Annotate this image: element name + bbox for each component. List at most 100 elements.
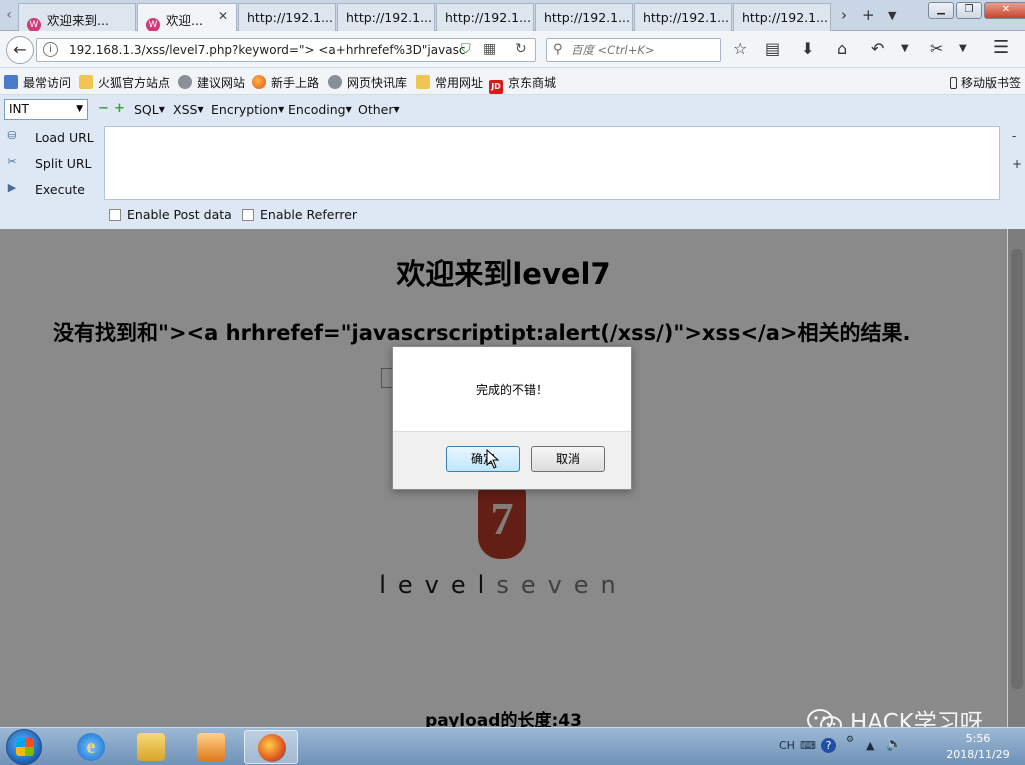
load-url-icon: ⛁ (7, 129, 17, 142)
bookmark-star-icon[interactable]: ☆ (733, 39, 747, 58)
tab-2-active[interactable]: W 欢迎... ✕ (137, 3, 237, 32)
menu-encoding[interactable]: Encoding▼ (288, 102, 352, 117)
close-window-button[interactable]: ✕ (984, 2, 1025, 19)
tab-label: http://192.1... (247, 10, 333, 25)
minimize-window-button[interactable]: ▁ (928, 2, 954, 19)
tab-3[interactable]: http://192.1... (238, 3, 336, 31)
menu-encryption[interactable]: Encryption▼ (211, 102, 284, 117)
tab-list-chevron-down-icon[interactable]: ▼ (888, 9, 896, 22)
tab-scroll-left-icon[interactable]: ‹ (2, 6, 16, 26)
extension-icon[interactable]: ✂ (930, 39, 943, 58)
media-player-icon (197, 733, 225, 761)
undo-arrow-icon[interactable]: ↶ (871, 39, 884, 58)
ok-button[interactable]: 确定 (446, 446, 520, 472)
enable-referrer-checkbox[interactable]: Enable Referrer (242, 207, 357, 222)
load-url-button[interactable]: ⛁ Load URL (2, 127, 97, 149)
checkbox-box[interactable] (109, 209, 121, 221)
bookmark-suggested-sites[interactable]: 建议网站 (178, 74, 245, 91)
language-indicator[interactable]: CH (779, 739, 795, 752)
mouse-cursor-icon (486, 449, 500, 469)
tab-4[interactable]: http://192.1... (337, 3, 435, 31)
search-box[interactable]: ⚲ (546, 38, 721, 62)
reload-icon[interactable]: ↻ (515, 41, 527, 57)
firefox-icon (252, 75, 266, 89)
bookmark-firefox-official[interactable]: 火狐官方站点 (79, 74, 170, 91)
mobile-phone-icon (949, 77, 957, 89)
chevron-down-icon: ▼ (76, 104, 83, 114)
decrease-minus-icon[interactable]: − (98, 101, 109, 116)
search-input[interactable] (571, 42, 716, 58)
execute-button[interactable]: ▶ Execute (2, 179, 97, 201)
taskbar-file-explorer[interactable] (124, 730, 178, 764)
textarea-plus-icon[interactable]: + (1012, 157, 1022, 171)
menu-hamburger-icon[interactable]: ☰ (993, 37, 1009, 58)
tab-6[interactable]: http://192.1... (535, 3, 633, 31)
address-bar[interactable]: i 192.168.1.3/xss/level7.php?keyword="> … (36, 38, 536, 62)
windows-logo-icon (16, 738, 34, 756)
tab-label: http://192.1... (643, 10, 729, 25)
scrollbar-backdrop (1008, 229, 1025, 727)
maximize-window-button[interactable]: ❐ (956, 2, 982, 19)
url-text[interactable]: 192.168.1.3/xss/level7.php?keyword="> <a… (69, 43, 465, 57)
bookmark-most-visited[interactable]: 最常访问 (4, 74, 71, 91)
bookmark-getting-started[interactable]: 新手上路 (252, 74, 319, 91)
home-icon[interactable]: ⌂ (837, 39, 847, 58)
taskbar-firefox[interactable] (244, 730, 298, 764)
hackbar-type-select[interactable]: INT ▼ (4, 99, 88, 120)
file-explorer-icon (137, 733, 165, 761)
menu-xss[interactable]: XSS▼ (173, 102, 204, 117)
new-tab-plus-icon[interactable]: + (862, 6, 875, 24)
textarea-minus-icon[interactable]: - (1012, 129, 1016, 143)
extension-dropdown-chevron-icon[interactable]: ▼ (959, 43, 967, 54)
tab-label: http://192.1... (346, 10, 432, 25)
tab-label: 欢迎来到... (47, 13, 109, 28)
firefox-icon (258, 734, 286, 762)
globe-icon (178, 75, 192, 89)
bookmark-jd-mall[interactable]: JD 京东商城 (489, 74, 556, 94)
alert-button-row: 确定 取消 (393, 431, 631, 489)
enable-post-data-checkbox[interactable]: Enable Post data (109, 207, 232, 222)
taskbar-internet-explorer[interactable]: e (64, 730, 118, 764)
bookmark-web-slice-gallery[interactable]: 网页快讯库 (328, 74, 407, 91)
cancel-button[interactable]: 取消 (531, 446, 605, 472)
downloads-arrow-icon[interactable]: ⬇ (801, 39, 814, 58)
tab-strip: ‹ W 欢迎来到... W 欢迎... ✕ http://192.1... http… (0, 0, 1025, 32)
ime-settings-icon[interactable]: ⚙ (846, 735, 854, 745)
keyboard-icon[interactable]: ⌨ (800, 739, 816, 752)
site-info-icon[interactable]: i (43, 42, 58, 57)
tab-favicon-icon: W (27, 18, 41, 31)
tab-1[interactable]: W 欢迎来到... (18, 3, 136, 31)
tab-7[interactable]: http://192.1... (634, 3, 732, 31)
checkbox-box[interactable] (242, 209, 254, 221)
volume-muted-icon[interactable]: 🔈 (886, 737, 902, 752)
split-url-button[interactable]: ✂ Split URL (2, 153, 97, 175)
mobile-bookmarks[interactable]: 移动版书签 (949, 74, 1021, 91)
reading-list-icon[interactable]: ▤ (765, 39, 780, 58)
tab-5[interactable]: http://192.1... (436, 3, 534, 31)
search-icon: ⚲ (553, 42, 563, 57)
system-clock[interactable]: 5:56 2018/11/29 (936, 731, 1020, 763)
security-shield-icon[interactable]: ⛉ (461, 42, 471, 57)
bookmarks-toolbar: 最常访问 火狐官方站点 建议网站 新手上路 网页快讯库 常用网址 JD 京东商城 … (0, 68, 1025, 95)
execute-play-icon: ▶ (7, 181, 17, 194)
qr-code-icon[interactable]: ▦ (483, 41, 496, 57)
tab-close-icon[interactable]: ✕ (218, 9, 228, 23)
hackbar-panel: INT ▼ − + SQL▼ XSS▼ Encryption▼ Encoding… (0, 95, 1025, 229)
menu-sql[interactable]: SQL▼ (134, 102, 165, 117)
tab-label: http://192.1... (445, 10, 531, 25)
page-scrollbar[interactable] (1007, 229, 1025, 727)
tab-favicon-icon: W (146, 18, 160, 32)
tab-scroll-right-icon[interactable]: › (841, 6, 847, 24)
show-hidden-icons-chevron-icon[interactable]: ▲ (866, 739, 874, 752)
alert-dialog: 完成的不错！ 确定 取消 (392, 346, 632, 490)
hackbar-url-textarea[interactable] (104, 126, 1000, 200)
undo-dropdown-chevron-icon[interactable]: ▼ (901, 43, 909, 54)
back-arrow-icon[interactable]: ← (6, 36, 34, 64)
tab-8[interactable]: http://192.1... (733, 3, 831, 31)
increase-plus-icon[interactable]: + (114, 101, 125, 116)
taskbar-media-player[interactable] (184, 730, 238, 764)
help-icon[interactable]: ? (821, 738, 836, 753)
start-button[interactable] (6, 729, 42, 765)
menu-other[interactable]: Other▼ (358, 102, 400, 117)
bookmark-common-sites[interactable]: 常用网址 (416, 74, 483, 91)
